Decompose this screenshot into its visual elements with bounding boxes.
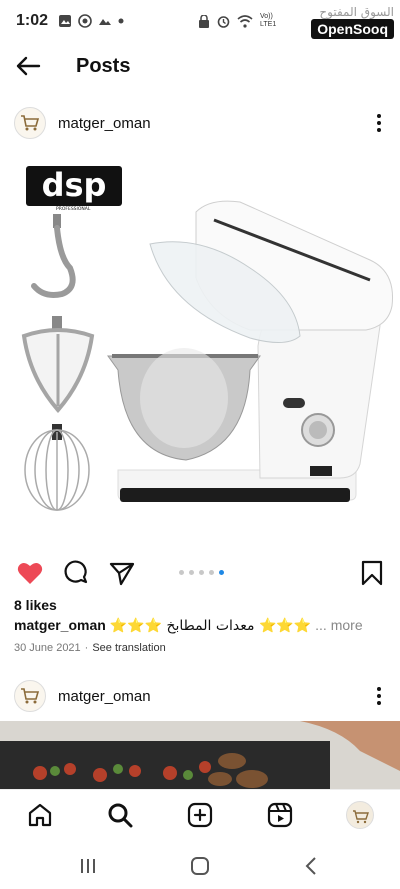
gallery-icon — [59, 15, 72, 27]
app-header: Posts — [0, 42, 400, 90]
reels-icon — [267, 802, 293, 828]
carousel-indicator — [179, 570, 224, 575]
back-arrow-icon — [16, 56, 41, 76]
bookmark-icon — [361, 560, 383, 586]
status-time: 1:02 — [16, 12, 49, 29]
alarm-icon — [217, 15, 230, 28]
carousel-dot — [199, 570, 204, 575]
cart-logo-icon — [21, 115, 40, 131]
carousel-dot-active — [219, 570, 224, 575]
avatar[interactable] — [14, 107, 46, 139]
next-post-header: matger_oman — [0, 671, 400, 721]
caption-more-link[interactable]: ... more — [315, 617, 362, 633]
see-translation-link[interactable]: See translation — [92, 642, 165, 654]
share-button[interactable] — [108, 559, 136, 587]
caption-username[interactable]: matger_oman — [14, 617, 106, 633]
post-meta: 30 June 2021 · See translation — [14, 642, 166, 654]
home-circle-icon — [191, 857, 209, 875]
dot-icon — [118, 18, 124, 24]
wifi-icon — [237, 14, 253, 28]
back-button[interactable] — [0, 42, 56, 90]
recent-apps-icon — [81, 859, 95, 873]
mixer-body — [107, 200, 394, 502]
carousel-dot — [189, 570, 194, 575]
status-right: Vo)) LTE1 — [198, 13, 278, 29]
back-system-button[interactable] — [300, 854, 324, 878]
cart-logo-icon — [21, 688, 40, 704]
post-date: 30 June 2021 — [14, 642, 81, 654]
network-label: Vo)) LTE1 — [260, 13, 277, 28]
lock-icon — [199, 14, 209, 28]
search-icon — [108, 803, 133, 828]
system-navigation — [0, 842, 400, 889]
nav-create[interactable] — [186, 801, 214, 829]
post-options-button[interactable] — [374, 110, 384, 136]
next-post-image[interactable] — [0, 721, 400, 789]
notification-icons — [58, 14, 124, 28]
post-username[interactable]: matger_oman — [58, 115, 151, 132]
bottom-navigation — [0, 789, 400, 839]
dsp-logo: dsp PROFESSIONAL — [26, 166, 122, 212]
watermark-arabic: السوق المفتوح — [319, 5, 394, 19]
stand-mixer-photo: dsp PROFESSIONAL — [21, 166, 394, 511]
flat-beater-attachment — [21, 316, 95, 414]
caption-text: ⭐⭐⭐ معدات المطابخ ⭐⭐⭐ — [109, 618, 312, 634]
chevron-left-icon — [305, 857, 316, 875]
heart-icon — [17, 562, 43, 584]
whatsapp-icon — [78, 14, 92, 28]
logo-text: dsp — [42, 166, 107, 204]
like-button[interactable] — [16, 559, 44, 587]
next-post-options-button[interactable] — [374, 683, 384, 709]
send-icon — [109, 562, 135, 586]
avatar[interactable] — [14, 680, 46, 712]
carousel-dot — [209, 570, 214, 575]
save-button[interactable] — [358, 559, 386, 587]
grill-photo — [0, 721, 400, 789]
comment-icon — [64, 560, 88, 584]
likes-count[interactable]: 8 likes — [14, 597, 57, 613]
profile-avatar-icon — [353, 810, 369, 824]
post-image[interactable]: dsp PROFESSIONAL — [0, 148, 400, 548]
home-system-button[interactable] — [188, 854, 212, 878]
dough-hook-attachment — [31, 214, 76, 298]
page-title: Posts — [76, 54, 131, 77]
carousel-dot — [179, 570, 184, 575]
opensooq-watermark: السوق المفتوح OpenSooq — [311, 6, 394, 39]
nav-reels[interactable] — [266, 801, 294, 829]
next-post-username[interactable]: matger_oman — [58, 688, 151, 705]
post-actions — [0, 553, 400, 593]
comment-button[interactable] — [62, 559, 90, 587]
whisk-attachment — [24, 424, 90, 511]
home-icon — [28, 803, 52, 827]
watermark-brand: OpenSooq — [311, 19, 394, 39]
nav-profile-avatar[interactable] — [346, 801, 374, 829]
recent-apps-button[interactable] — [76, 854, 100, 878]
nav-search[interactable] — [106, 801, 134, 829]
post-header: matger_oman — [0, 98, 400, 148]
status-bar: 1:02 Vo)) LTE1 السوق المفتوح OpenSooq — [0, 0, 400, 42]
plus-square-icon — [187, 802, 213, 828]
post-caption: matger_oman ⭐⭐⭐ معدات المطابخ ⭐⭐⭐ ... mo… — [14, 617, 390, 634]
logo-sub: PROFESSIONAL — [56, 206, 91, 212]
nav-home[interactable] — [26, 801, 54, 829]
image-icon — [99, 19, 112, 25]
